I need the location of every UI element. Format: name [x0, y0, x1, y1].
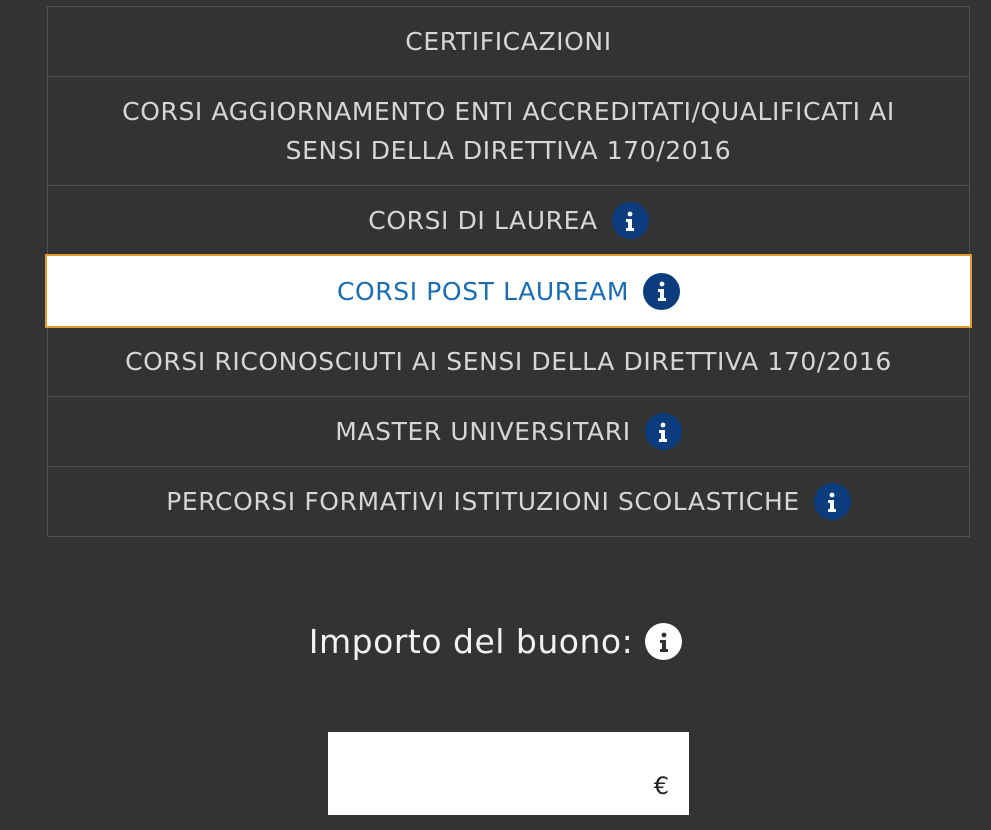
- category-certificazioni[interactable]: CERTIFICAZIONI: [48, 7, 969, 77]
- category-label: CORSI RICONOSCIUTI AI SENSI DELLA DIRETT…: [125, 347, 892, 376]
- course-category-list: CERTIFICAZIONI CORSI AGGIORNAMENTO ENTI …: [45, 6, 972, 537]
- category-label: CORSI DI LAUREA: [368, 206, 598, 235]
- amount-field: €: [328, 732, 689, 815]
- info-icon[interactable]: [644, 413, 682, 450]
- amount-label-row: Importo del buono:: [0, 622, 991, 661]
- category-label: CERTIFICAZIONI: [405, 27, 612, 56]
- info-icon[interactable]: [813, 483, 851, 520]
- info-icon[interactable]: [645, 623, 683, 660]
- amount-input[interactable]: [328, 732, 648, 815]
- category-label: PERCORSI FORMATIVI ISTITUZIONI SCOLASTIC…: [166, 487, 800, 516]
- info-icon[interactable]: [611, 202, 649, 239]
- category-label: CORSI AGGIORNAMENTO ENTI ACCREDITATI/QUA…: [122, 97, 895, 165]
- category-label: MASTER UNIVERSITARI: [335, 417, 631, 446]
- category-label: CORSI POST LAUREAM: [336, 276, 630, 306]
- category-corsi-di-laurea[interactable]: CORSI DI LAUREA: [48, 186, 969, 256]
- category-percorsi-formativi[interactable]: PERCORSI FORMATIVI ISTITUZIONI SCOLASTIC…: [48, 467, 969, 537]
- amount-label: Importo del buono:: [308, 622, 634, 661]
- category-master-universitari[interactable]: MASTER UNIVERSITARI: [48, 397, 969, 467]
- info-icon[interactable]: [643, 272, 681, 310]
- category-corsi-aggiornamento[interactable]: CORSI AGGIORNAMENTO ENTI ACCREDITATI/QUA…: [48, 77, 969, 186]
- category-corsi-riconosciuti[interactable]: CORSI RICONOSCIUTI AI SENSI DELLA DIRETT…: [48, 327, 969, 397]
- category-corsi-post-lauream[interactable]: CORSI POST LAUREAM: [45, 254, 972, 328]
- currency-symbol: €: [653, 772, 669, 800]
